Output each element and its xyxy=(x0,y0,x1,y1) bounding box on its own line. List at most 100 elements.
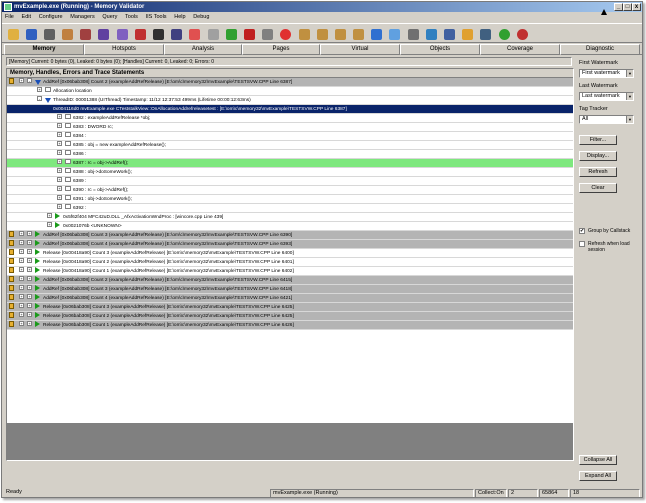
expand-icon[interactable]: + xyxy=(19,285,24,290)
menu-managers[interactable]: Managers xyxy=(67,13,97,22)
group-by-callstack-checkbox[interactable]: ✔ xyxy=(579,228,585,234)
expand-icon[interactable]: + xyxy=(19,249,24,254)
tree-row[interactable]: 0x004116d0 mvExample.exe CTeststalkView:… xyxy=(7,105,573,114)
red-pencil-icon[interactable] xyxy=(132,26,148,42)
tag-tracker-select[interactable]: All ▼ xyxy=(579,115,634,124)
tree-toggle-icon[interactable]: + xyxy=(27,303,32,308)
close-icon[interactable] xyxy=(241,26,257,42)
expand-icon[interactable]: + xyxy=(19,258,24,263)
save-icon[interactable] xyxy=(23,26,39,42)
expand-icon[interactable]: + xyxy=(19,231,24,236)
eraser-icon[interactable] xyxy=(187,26,203,42)
tree-row[interactable]: + Allocation location xyxy=(7,87,573,96)
tree-row[interactable]: + + Release [0x06bab308] Count 1 (exampleA… xyxy=(7,321,573,330)
tab-memory[interactable]: Memory xyxy=(4,44,84,55)
tree-row[interactable]: + + AddRef [0x06bab308] Count 3 (exampleAd… xyxy=(7,231,573,240)
maximize-button[interactable]: □ xyxy=(623,3,632,11)
tree-row[interactable]: +6391 : obj->doSomeWork(); xyxy=(7,195,573,204)
tree-toggle-icon[interactable]: + xyxy=(57,159,62,164)
tree-row[interactable]: + + AddRef [0x06bab308] Count 4 (exampleAd… xyxy=(7,294,573,303)
stop-icon[interactable] xyxy=(260,26,276,42)
menu-tools[interactable]: Tools xyxy=(122,13,141,22)
tree-toggle-icon[interactable]: + xyxy=(57,177,62,182)
tree-row[interactable]: - ThreadID: 00001388 (UIThread) Timestamp… xyxy=(7,96,573,105)
refresh-red-icon[interactable] xyxy=(514,26,530,42)
tree-toggle-icon[interactable]: + xyxy=(37,87,42,92)
bag-icon[interactable] xyxy=(314,26,330,42)
tree-row[interactable]: +6382 : exampleAddRefRelease *obj; xyxy=(7,114,573,123)
chart-icon[interactable] xyxy=(423,26,439,42)
tree-row[interactable]: +0x5f62f404 MFC42uD.DLL _AfxActivationWn… xyxy=(7,213,573,222)
tree-row[interactable]: + + Release [0x00418a90] Count 3 (exampleA… xyxy=(7,249,573,258)
network-icon[interactable] xyxy=(442,26,458,42)
refresh-green-icon[interactable] xyxy=(496,26,512,42)
expand-icon[interactable]: + xyxy=(19,321,24,326)
tree-toggle-icon[interactable]: + xyxy=(57,150,62,155)
tree-row[interactable]: +6386 : xyxy=(7,150,573,159)
tree-toggle-icon[interactable]: + xyxy=(27,267,32,272)
menu-configure[interactable]: Configure xyxy=(36,13,66,22)
tab-coverage[interactable]: Coverage xyxy=(480,44,560,55)
tree-row[interactable]: + + AddRef [0x06bab308] Count 2 (exampleAd… xyxy=(7,276,573,285)
menu-edit[interactable]: Edit xyxy=(19,13,34,22)
bag-icon[interactable] xyxy=(296,26,312,42)
tree-toggle-icon[interactable]: - xyxy=(37,96,42,101)
tree-toggle-icon[interactable]: + xyxy=(57,141,62,146)
tree-toggle-icon[interactable]: + xyxy=(57,123,62,128)
tree-toggle-icon[interactable]: + xyxy=(27,258,32,263)
tab-objects[interactable]: Objects xyxy=(400,44,480,55)
expand-icon[interactable]: + xyxy=(19,78,24,83)
tree-toggle-icon[interactable]: + xyxy=(27,231,32,236)
collapse-all-button[interactable]: Collapse All xyxy=(579,455,617,465)
last-watermark-select[interactable]: Last watermark ▼ xyxy=(579,92,634,101)
menu-help[interactable]: Help xyxy=(171,13,188,22)
tree-toggle-icon[interactable]: + xyxy=(27,285,32,290)
title-bar[interactable]: mvExample.exe (Running) - Memory Validat… xyxy=(2,2,642,12)
menu-debug[interactable]: Debug xyxy=(190,13,212,22)
menu-file[interactable]: File xyxy=(2,13,17,22)
arrow-icon[interactable] xyxy=(151,26,167,42)
tree-row[interactable]: +6384 : xyxy=(7,132,573,141)
tree-toggle-icon[interactable]: + xyxy=(27,321,32,326)
tree-toggle-icon[interactable]: + xyxy=(57,132,62,137)
close-button[interactable]: x xyxy=(632,3,641,11)
expand-icon[interactable]: + xyxy=(19,303,24,308)
tab-analysis[interactable]: Analysis xyxy=(164,44,242,55)
expand-icon[interactable]: + xyxy=(19,294,24,299)
filter-button[interactable]: Filter... xyxy=(579,135,617,145)
tree-row[interactable]: +6390 : rc = obj->AddRef(); xyxy=(7,186,573,195)
expand-icon[interactable]: + xyxy=(19,240,24,245)
results-tree[interactable]: Memory, Handles, Errors and Trace Statem… xyxy=(6,68,574,461)
tree-toggle-icon[interactable]: + xyxy=(57,114,62,119)
clear-button[interactable]: Clear xyxy=(579,183,617,193)
menu-query[interactable]: Query xyxy=(99,13,120,22)
tree-toggle-icon[interactable]: + xyxy=(57,195,62,200)
tree-toggle-icon[interactable]: + xyxy=(47,213,52,218)
pencil-icon[interactable] xyxy=(169,26,185,42)
lock-icon[interactable] xyxy=(460,26,476,42)
tree-toggle-icon[interactable]: + xyxy=(27,276,32,281)
expand-icon[interactable]: + xyxy=(19,267,24,272)
tree-row[interactable]: +6387 : rc = obj->AddRef(); xyxy=(7,159,573,168)
print-icon[interactable] xyxy=(41,26,57,42)
expand-all-button[interactable]: Expand All xyxy=(579,471,617,481)
tree-row[interactable]: +6392 : xyxy=(7,204,573,213)
first-watermark-select[interactable]: First watermark ▼ xyxy=(579,69,634,78)
record-icon[interactable] xyxy=(278,26,294,42)
tree-row[interactable]: +6388 : obj->doSomeWork(); xyxy=(7,168,573,177)
refresh-button[interactable]: Refresh xyxy=(579,167,617,177)
tree-toggle-icon[interactable]: + xyxy=(47,222,52,227)
tab-virtual[interactable]: Virtual xyxy=(320,44,400,55)
expand-icon[interactable]: + xyxy=(19,312,24,317)
display-button[interactable]: Display... xyxy=(579,151,617,161)
tree-row[interactable]: + + Release [0x00418a90] Count 2 (exampleA… xyxy=(7,258,573,267)
tree-toggle-icon[interactable]: + xyxy=(57,186,62,191)
tree-row[interactable]: +6383 : DWORD rc; xyxy=(7,123,573,132)
knife-icon[interactable] xyxy=(205,26,221,42)
bag-icon[interactable] xyxy=(332,26,348,42)
bag-icon[interactable] xyxy=(351,26,367,42)
tree-toggle-icon[interactable]: + xyxy=(57,204,62,209)
check-icon[interactable] xyxy=(223,26,239,42)
tree-row[interactable]: + + Release [0x00418a90] Count 1 (exampleA… xyxy=(7,267,573,276)
tree-toggle-icon[interactable]: + xyxy=(27,294,32,299)
